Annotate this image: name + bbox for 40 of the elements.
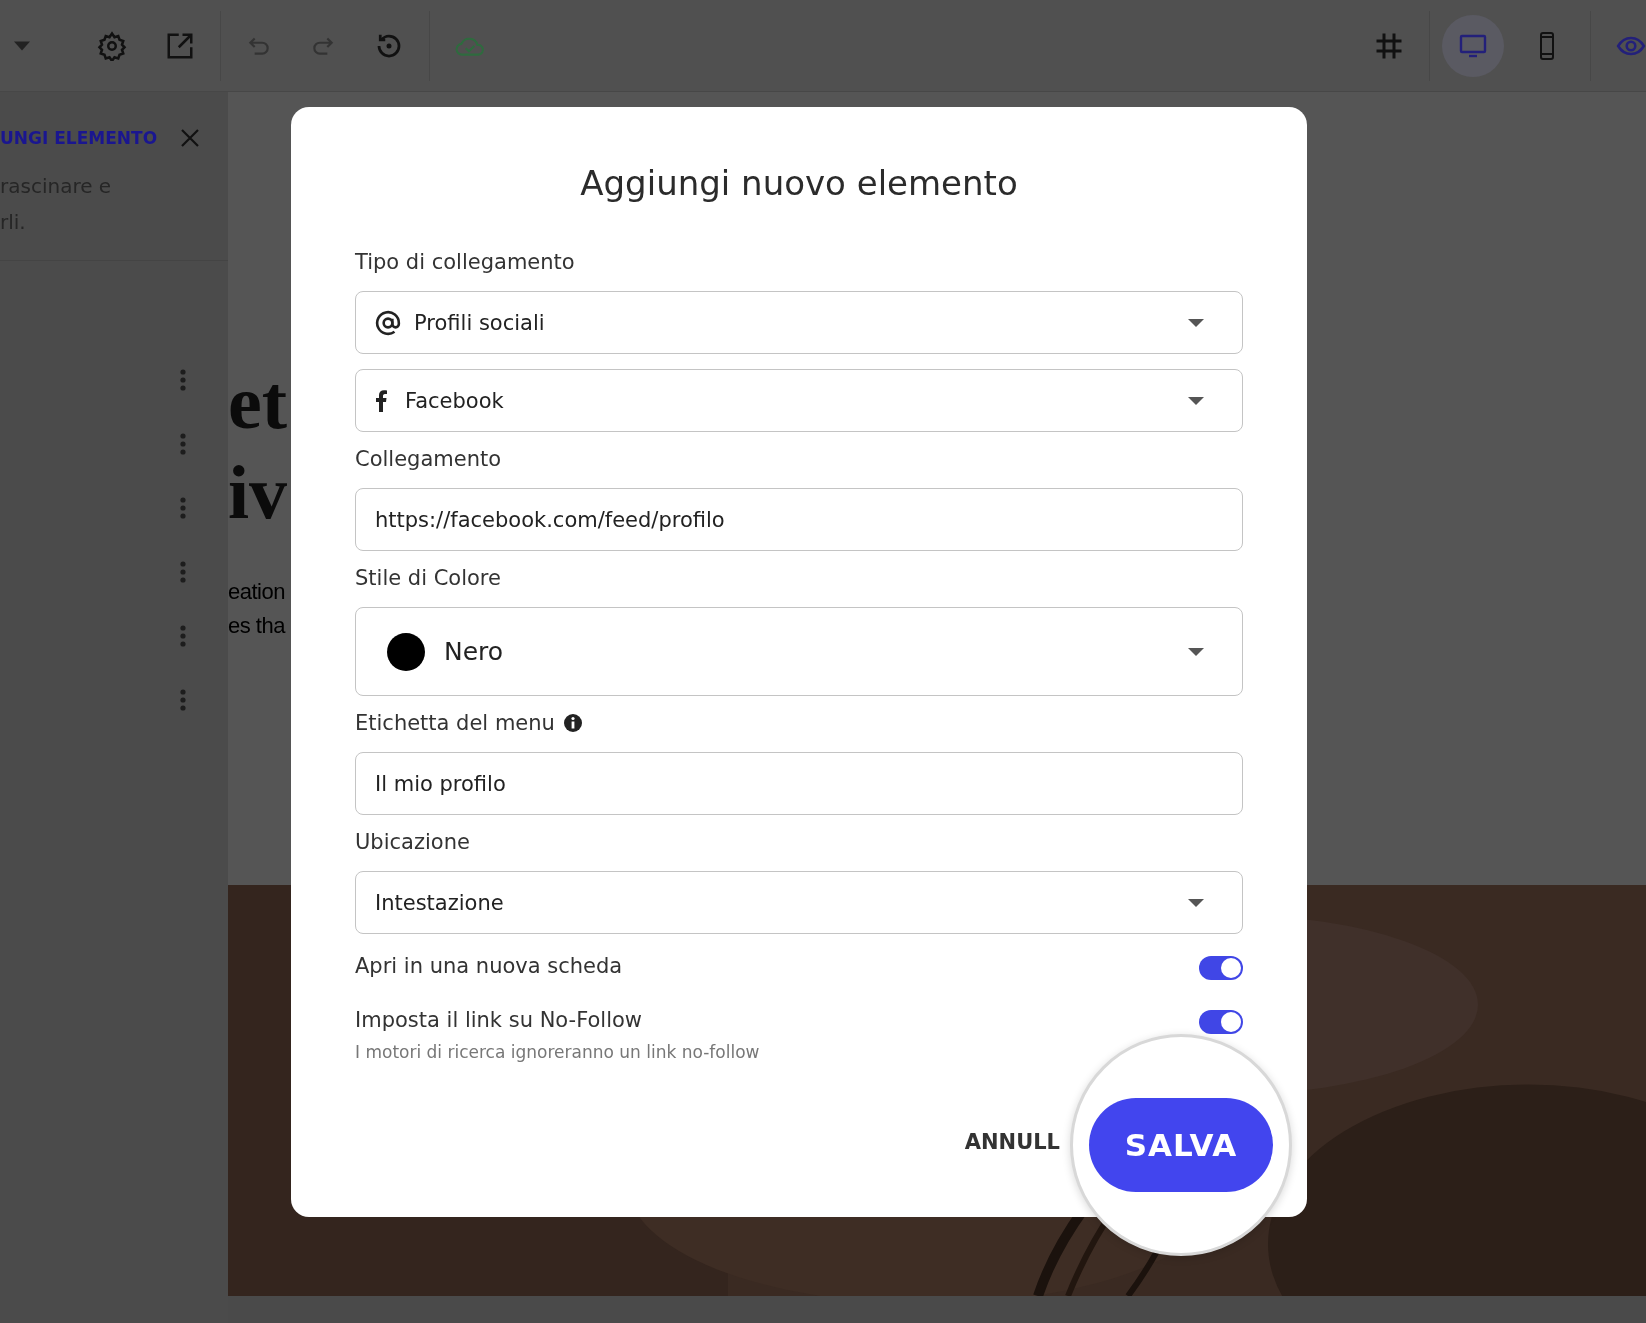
dropdown[interactable]: Profili sociali: [355, 291, 1243, 354]
toggle-label: Imposta il link su No-Follow: [355, 1008, 644, 1032]
drag-handle-icon[interactable]: [180, 369, 186, 391]
dropdown-arrow-icon: [1188, 898, 1204, 907]
page-heading: iv: [228, 449, 288, 536]
dropdown-arrow-icon: [1188, 647, 1204, 656]
field-label: Stile di Colore: [355, 566, 501, 590]
field-label: Etichetta del menu: [355, 711, 555, 735]
drag-handle-icon[interactable]: [180, 433, 186, 455]
dropdown[interactable]: Intestazione: [355, 871, 1243, 934]
page-text: eation: [228, 578, 285, 606]
field-label: Tipo di collegamento: [355, 250, 575, 274]
dropdown-arrow-icon: [1188, 396, 1204, 405]
save-button[interactable]: SALVA: [1089, 1098, 1273, 1192]
at-sign-icon: [375, 309, 401, 336]
dropdown-arrow-icon: [1188, 318, 1204, 327]
close-icon[interactable]: [180, 128, 200, 148]
text-field[interactable]: https://facebook.com/feed/profilo: [355, 488, 1243, 551]
drag-handle-icon[interactable]: [180, 497, 186, 519]
page-text: es tha: [228, 612, 285, 640]
page-heading: et: [228, 359, 288, 446]
info-icon[interactable]: [562, 713, 583, 733]
toggle-switch[interactable]: [1199, 956, 1243, 980]
field-label: Ubicazione: [355, 830, 470, 854]
facebook-icon: [375, 389, 387, 412]
text-field[interactable]: Il mio profilo: [355, 752, 1243, 815]
cancel-button[interactable]: ANNULL: [964, 1130, 1060, 1154]
toggle-label: Apri in una nuova scheda: [355, 954, 623, 978]
drag-handle-icon[interactable]: [180, 689, 186, 711]
caret-icon[interactable]: [14, 40, 30, 51]
dialog-title: Aggiungi nuovo elemento: [579, 163, 1019, 203]
toggle-switch[interactable]: [1199, 1010, 1243, 1034]
drag-handle-icon[interactable]: [180, 561, 186, 583]
panel-title: UNGI ELEMENTO: [0, 128, 158, 148]
color-dropdown[interactable]: Nero: [355, 607, 1243, 696]
field-label: Collegamento: [355, 447, 502, 471]
drag-handle-icon[interactable]: [180, 625, 186, 647]
toggle-hint: I motori di ricerca ignoreranno un link no-follow: [355, 1042, 760, 1062]
dropdown[interactable]: Facebook: [355, 369, 1243, 432]
settings-icon[interactable]: [97, 30, 127, 61]
